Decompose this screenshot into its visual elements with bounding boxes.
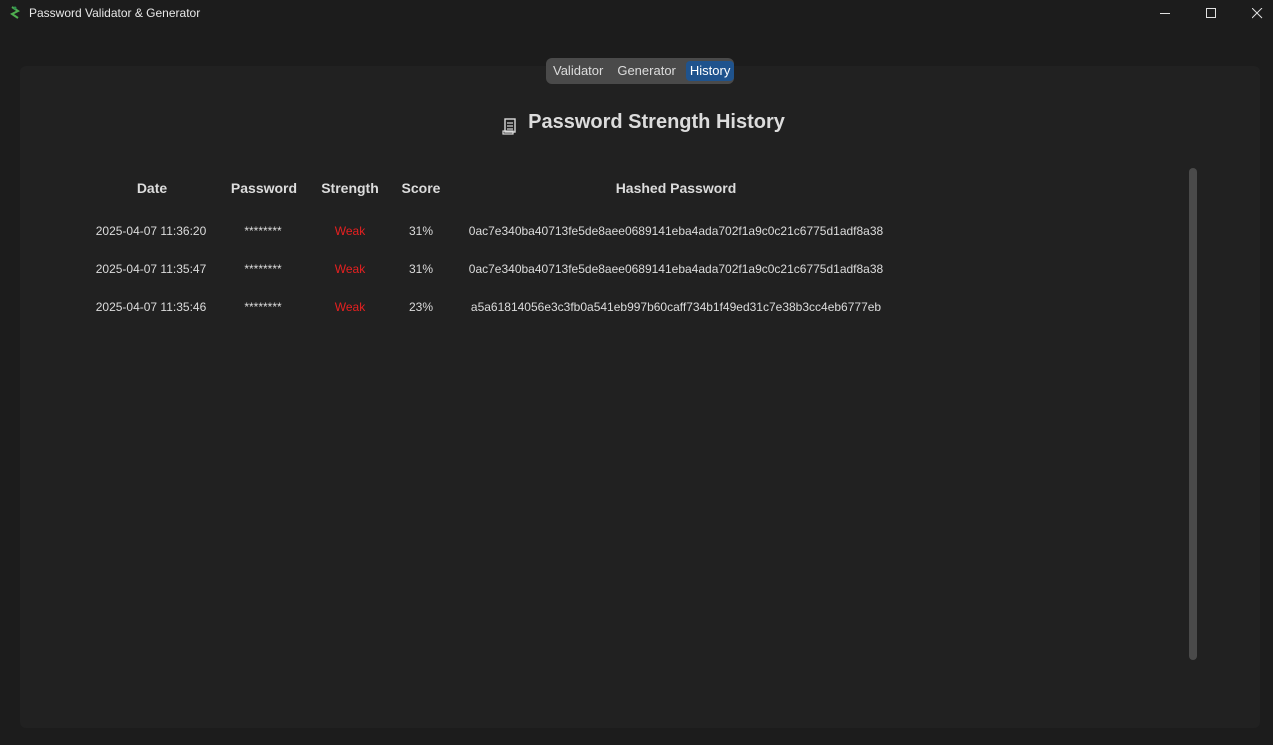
- cell-score: 23%: [408, 300, 434, 314]
- cell-hash: 0ac7e340ba40713fe5de8aee0689141eba4ada70…: [468, 262, 884, 276]
- page-title-container: Password Strength History: [0, 111, 1273, 137]
- cell-strength: Weak: [334, 300, 366, 314]
- cell-date: 2025-04-07 11:35:46: [95, 300, 207, 314]
- cell-password: ********: [244, 224, 282, 238]
- column-header-strength: Strength: [321, 180, 379, 196]
- app-icon: [10, 6, 20, 19]
- page-title-text: Password Strength History: [528, 111, 785, 133]
- column-header-score: Score: [401, 180, 441, 196]
- column-header-password: Password: [230, 180, 298, 196]
- history-panel: [20, 66, 1260, 728]
- cell-date: 2025-04-07 11:35:47: [95, 262, 207, 276]
- page-title: Password Strength History: [502, 111, 785, 135]
- maximize-button[interactable]: [1188, 0, 1234, 26]
- close-button[interactable]: [1234, 0, 1273, 26]
- cell-password: ********: [244, 262, 282, 276]
- column-header-hashed-password: Hashed Password: [615, 180, 737, 196]
- window-title: Password Validator & Generator: [29, 6, 201, 20]
- cell-strength: Weak: [334, 224, 366, 238]
- cell-hash: 0ac7e340ba40713fe5de8aee0689141eba4ada70…: [468, 224, 884, 238]
- close-icon: [1251, 7, 1262, 18]
- tab-selector: Validator Generator History: [546, 58, 735, 84]
- tab-history[interactable]: History: [685, 61, 735, 81]
- minimize-button[interactable]: [1142, 0, 1188, 26]
- cell-hash: a5a61814056e3c3fb0a541eb997b60caff734b1f…: [470, 300, 882, 314]
- tab-validator[interactable]: Validator: [549, 61, 607, 81]
- title-bar: Password Validator & Generator: [0, 0, 1273, 26]
- scroll-icon: [502, 117, 516, 135]
- cell-password: ********: [244, 300, 282, 314]
- cell-score: 31%: [408, 224, 434, 238]
- maximize-icon: [1205, 7, 1216, 18]
- cell-date: 2025-04-07 11:36:20: [95, 224, 207, 238]
- tab-generator[interactable]: Generator: [613, 61, 680, 81]
- scrollbar-thumb[interactable]: [1189, 168, 1197, 660]
- scrollbar[interactable]: [1189, 168, 1197, 660]
- cell-strength: Weak: [334, 262, 366, 276]
- cell-score: 31%: [408, 262, 434, 276]
- minimize-icon: [1159, 12, 1170, 14]
- column-header-date: Date: [136, 180, 168, 196]
